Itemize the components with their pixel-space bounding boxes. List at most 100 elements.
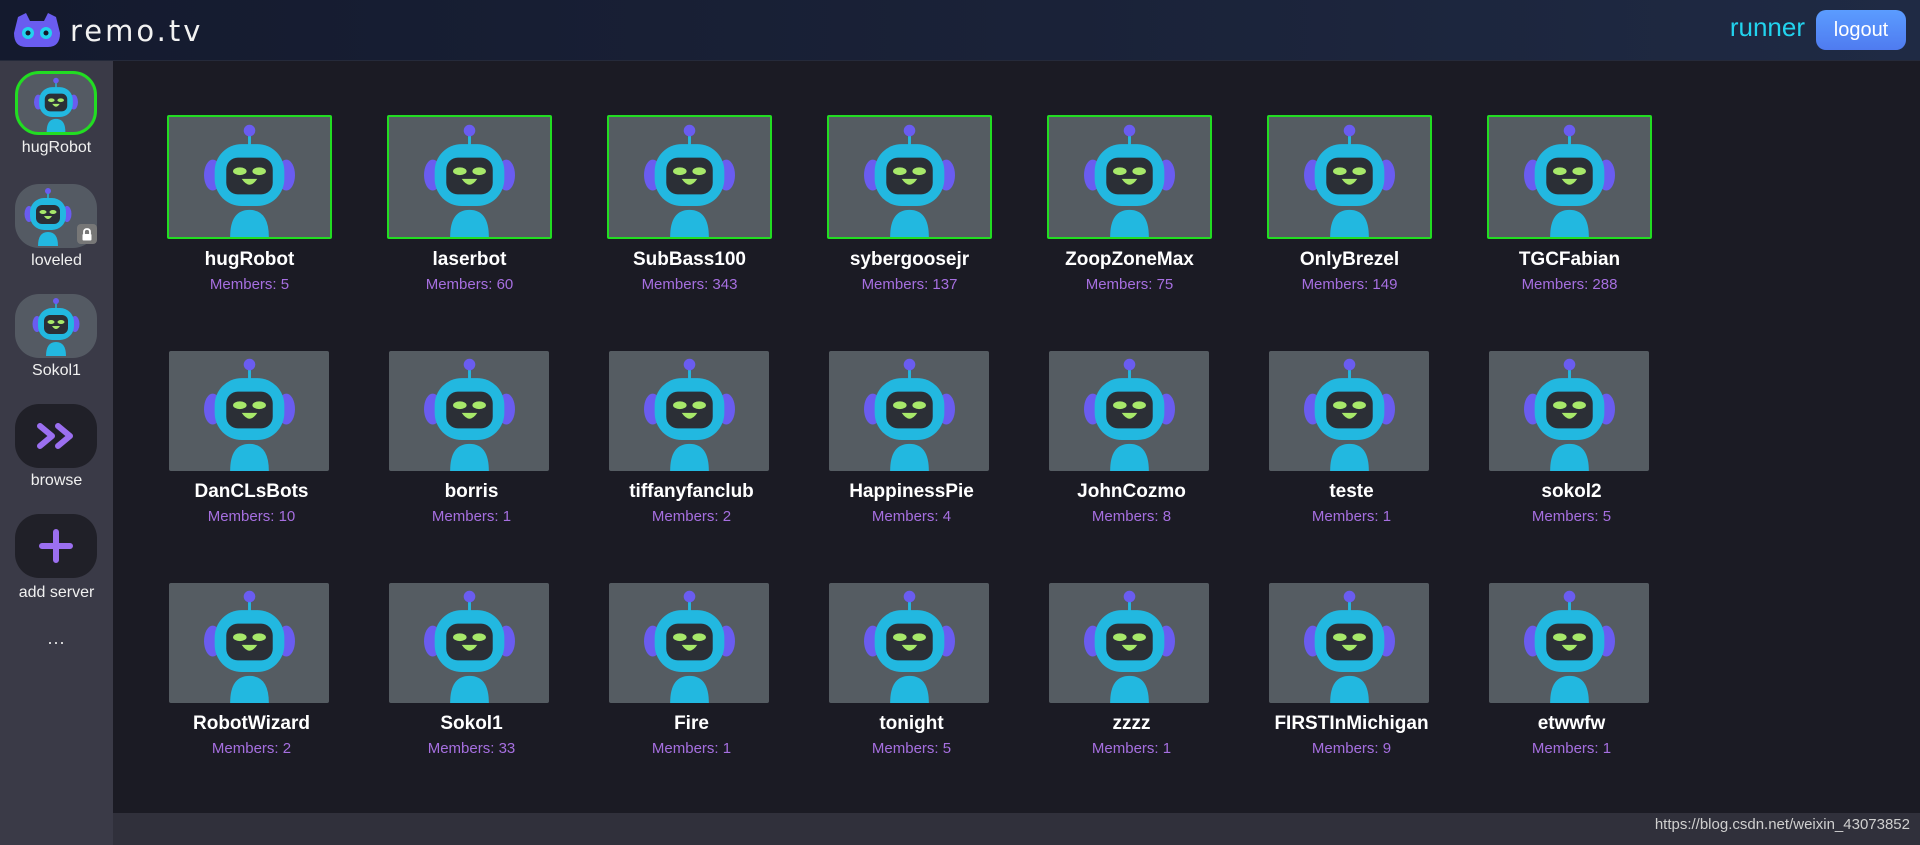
- robot-name[interactable]: HappinessPie: [809, 481, 1014, 503]
- robot-avatar-icon: [642, 357, 737, 471]
- watermark: https://blog.csdn.net/weixin_43073852: [1654, 816, 1910, 833]
- chevrons-right-icon: [15, 404, 97, 468]
- robot-name[interactable]: sokol2: [1469, 481, 1674, 503]
- sidebar-item-label: browse: [30, 472, 83, 489]
- robot-name[interactable]: OnlyBrezel: [1247, 249, 1452, 271]
- robot-name[interactable]: zzzz: [1029, 713, 1234, 735]
- lock-icon: [77, 224, 97, 244]
- robot-name[interactable]: tiffanyfanclub: [589, 481, 794, 503]
- member-count: Members: 137: [861, 276, 958, 293]
- sidebar-item-loveled[interactable]: loveled: [0, 184, 113, 269]
- robot-name[interactable]: SubBass100: [587, 249, 792, 271]
- robot-thumbnail: [169, 351, 329, 471]
- sidebar-item-label: add server: [18, 584, 95, 601]
- robot-thumbnail: [1049, 351, 1209, 471]
- robot-thumbnail: [829, 583, 989, 703]
- robot-avatar-icon: [642, 123, 737, 237]
- robot-thumbnail: [1269, 583, 1429, 703]
- member-count: Members: 1: [1531, 740, 1612, 757]
- robot-name[interactable]: borris: [369, 481, 574, 503]
- robot-avatar-icon: [1522, 357, 1617, 471]
- sidebar-item-add-server[interactable]: add server: [0, 514, 113, 601]
- member-count: Members: 5: [871, 740, 952, 757]
- member-count: Members: 75: [1085, 276, 1174, 293]
- logo[interactable]: remo.tv: [12, 10, 203, 52]
- robot-avatar-icon: [422, 589, 517, 703]
- member-count: Members: 5: [1531, 508, 1612, 525]
- robot-name[interactable]: ZoopZoneMax: [1027, 249, 1232, 271]
- member-count: Members: 5: [209, 276, 290, 293]
- member-count: Members: 8: [1091, 508, 1172, 525]
- robot-thumbnail: [609, 351, 769, 471]
- robot-thumbnail: [609, 583, 769, 703]
- robot-avatar-icon: [422, 357, 517, 471]
- member-count: Members: 2: [651, 508, 732, 525]
- member-count: Members: 1: [1091, 740, 1172, 757]
- robot-avatar-icon: [202, 123, 297, 237]
- sidebar-item-label: loveled: [31, 252, 82, 269]
- robot-avatar-icon: [1302, 357, 1397, 471]
- robot-thumbnail: [389, 351, 549, 471]
- robot-thumbnail: [1267, 115, 1432, 239]
- sidebar-item-hugrobot[interactable]: hugRobot: [0, 71, 113, 156]
- robot-avatar-icon: [202, 589, 297, 703]
- robot-name[interactable]: FIRSTInMichigan: [1249, 713, 1454, 735]
- robot-avatar-icon: [15, 71, 97, 135]
- member-count: Members: 1: [651, 740, 732, 757]
- more-button[interactable]: ...: [0, 628, 113, 649]
- robot-thumbnail: [389, 583, 549, 703]
- robot-name[interactable]: etwwfw: [1469, 713, 1674, 735]
- robot-thumbnail: [827, 115, 992, 239]
- robot-name[interactable]: teste: [1249, 481, 1454, 503]
- remo-logo-icon: [14, 13, 60, 47]
- robot-avatar-icon: [1082, 589, 1177, 703]
- sidebar-item-browse[interactable]: browse: [0, 404, 113, 489]
- sidebar-item-label: Sokol1: [32, 362, 81, 379]
- robot-name[interactable]: laserbot: [367, 249, 572, 271]
- robot-name[interactable]: tonight: [809, 713, 1014, 735]
- member-count: Members: 2: [211, 740, 292, 757]
- robot-avatar-icon: [862, 123, 957, 237]
- robot-avatar-icon: [1082, 123, 1177, 237]
- robot-grid: hugRobot Members: 5 laserbot Members: 60 Sub…: [113, 61, 1920, 845]
- robot-avatar-icon: [15, 294, 97, 358]
- member-count: Members: 1: [1311, 508, 1392, 525]
- user-name[interactable]: runner: [1730, 12, 1805, 43]
- logo-text: remo.tv: [70, 14, 204, 48]
- robot-name[interactable]: RobotWizard: [149, 713, 354, 735]
- robot-name[interactable]: DanCLsBots: [149, 481, 354, 503]
- robot-thumbnail: [1049, 583, 1209, 703]
- robot-avatar-icon: [202, 357, 297, 471]
- robot-name[interactable]: JohnCozmo: [1029, 481, 1234, 503]
- robot-avatar-icon: [862, 357, 957, 471]
- member-count: Members: 9: [1311, 740, 1392, 757]
- robot-thumbnail: [387, 115, 552, 239]
- member-count: Members: 1: [431, 508, 512, 525]
- robot-name[interactable]: hugRobot: [147, 249, 352, 271]
- sidebar: hugRobot loveled Sokol1 browse add serve…: [0, 61, 113, 845]
- robot-name[interactable]: Sokol1: [369, 713, 574, 735]
- member-count: Members: 149: [1301, 276, 1398, 293]
- robot-thumbnail: [167, 115, 332, 239]
- logout-button[interactable]: logout: [1816, 10, 1906, 50]
- robot-name[interactable]: Fire: [589, 713, 794, 735]
- sidebar-item-sokol1[interactable]: Sokol1: [0, 294, 113, 379]
- robot-avatar-icon: [422, 123, 517, 237]
- robot-thumbnail: [829, 351, 989, 471]
- robot-avatar-icon: [1082, 357, 1177, 471]
- robot-avatar-icon: [642, 589, 737, 703]
- robot-thumbnail: [1489, 351, 1649, 471]
- robot-thumbnail: [1489, 583, 1649, 703]
- robot-avatar-icon: [1522, 589, 1617, 703]
- bottom-strip: [113, 813, 1920, 845]
- member-count: Members: 60: [425, 276, 514, 293]
- robot-name[interactable]: TGCFabian: [1467, 249, 1672, 271]
- member-count: Members: 288: [1521, 276, 1618, 293]
- member-count: Members: 33: [427, 740, 516, 757]
- robot-avatar-icon: [1302, 589, 1397, 703]
- robot-avatar-icon: [1302, 123, 1397, 237]
- sidebar-item-label: hugRobot: [21, 139, 92, 156]
- robot-thumbnail: [1269, 351, 1429, 471]
- robot-name[interactable]: sybergoosejr: [807, 249, 1012, 271]
- robot-avatar-icon: [1522, 123, 1617, 237]
